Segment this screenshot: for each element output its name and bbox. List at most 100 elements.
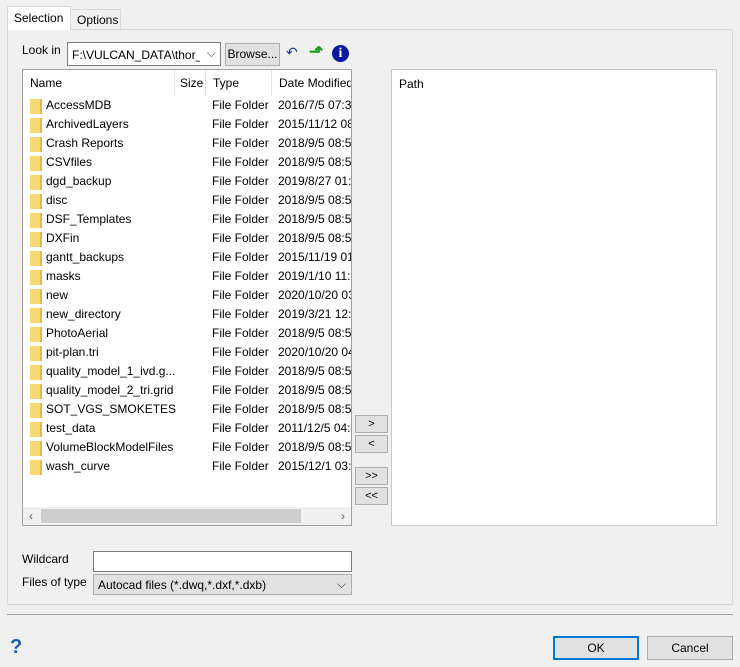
add-button[interactable]: > [355,415,388,433]
folder-icon [30,384,42,399]
file-type: File Folder [212,288,269,302]
files-of-type-label: Files of type [22,575,87,589]
file-date: 2018/9/5 08:53 [278,383,352,397]
file-row[interactable]: Crash Reports File Folder 2018/9/5 08:53 [23,134,351,153]
horizontal-scrollbar[interactable]: ‹ › [23,507,351,525]
file-date: 2020/10/20 04 [278,345,352,359]
file-name: SOT_VGS_SMOKETEST... [46,402,176,416]
chevron-down-icon: ⌵ [336,577,346,591]
folder-icon [30,232,42,247]
file-row[interactable]: quality_model_1_ivd.g... File Folder 201… [23,362,351,381]
file-row[interactable]: CSVfiles File Folder 2018/9/5 08:53 [23,153,351,172]
folder-icon [30,365,42,380]
file-row[interactable]: disc File Folder 2018/9/5 08:53 [23,191,351,210]
files-of-type-value: Autocad files (*.dwq,*.dxf,*.dxb) [98,578,267,592]
folder-icon [30,460,42,475]
column-header-name[interactable]: Name [23,70,175,96]
file-date: 2019/8/27 01:4 [278,174,352,188]
scrollbar-thumb[interactable] [41,509,301,523]
file-row[interactable]: masks File Folder 2019/1/10 11:1 [23,267,351,286]
file-name: PhotoAerial [46,326,109,340]
file-type: File Folder [212,231,269,245]
file-row[interactable]: new File Folder 2020/10/20 03 [23,286,351,305]
file-row[interactable]: SOT_VGS_SMOKETEST... File Folder 2018/9/… [23,400,351,419]
file-row[interactable]: quality_model_2_tri.grid File Folder 201… [23,381,351,400]
scroll-left-icon[interactable]: ‹ [29,509,33,523]
look-in-combo[interactable]: F:\VULCAN_DATA\thor_c ⌵ [67,42,221,66]
tab-selection[interactable]: Selection [7,6,71,30]
file-name: quality_model_1_ivd.g... [46,364,176,378]
file-row[interactable]: ArchivedLayers File Folder 2015/11/12 08 [23,115,351,134]
file-type: File Folder [212,155,269,169]
file-name: DSF_Templates [46,212,132,226]
file-type: File Folder [212,307,269,321]
file-date: 2015/11/19 01 [278,250,352,264]
wildcard-input[interactable] [93,551,352,572]
look-in-value: F:\VULCAN_DATA\thor_c [72,48,200,62]
file-date: 2018/9/5 08:53 [278,326,352,340]
file-row[interactable]: new_directory File Folder 2019/3/21 12:4 [23,305,351,324]
file-row[interactable]: DXFin File Folder 2018/9/5 08:53 [23,229,351,248]
undo-arrow-icon[interactable]: ↶ [286,44,298,61]
file-name: gantt_backups [46,250,125,264]
file-row[interactable]: VolumeBlockModelFiles File Folder 2018/9… [23,438,351,457]
browse-button[interactable]: Browse... [225,43,280,66]
file-name: disc [46,193,68,207]
file-type: File Folder [212,174,269,188]
remove-button[interactable]: < [355,435,388,453]
add-all-button[interactable]: >> [355,467,388,485]
file-date: 2016/7/5 07:39 [278,98,352,112]
scroll-right-icon[interactable]: › [341,509,345,523]
file-date: 2018/9/5 08:53 [278,155,352,169]
help-icon[interactable]: ? [10,636,22,659]
look-in-label: Look in [22,43,61,57]
file-row[interactable]: dgd_backup File Folder 2019/8/27 01:4 [23,172,351,191]
folder-icon [30,99,42,114]
file-date: 2019/1/10 11:1 [278,269,352,283]
file-row[interactable]: PhotoAerial File Folder 2018/9/5 08:53 [23,324,351,343]
file-type: File Folder [212,117,269,131]
column-header-date[interactable]: Date Modified [272,70,351,96]
folder-icon [30,137,42,152]
folder-icon [30,156,42,171]
file-date: 2018/9/5 08:53 [278,136,352,150]
file-row[interactable]: DSF_Templates File Folder 2018/9/5 08:53 [23,210,351,229]
folder-icon [30,289,42,304]
file-date: 2015/11/12 08 [278,117,352,131]
cancel-button[interactable]: Cancel [647,636,733,660]
file-name: Crash Reports [46,136,124,150]
folder-icon [30,441,42,456]
file-row[interactable]: pit-plan.tri File Folder 2020/10/20 04 [23,343,351,362]
tab-options[interactable]: Options [70,9,121,30]
column-header-size[interactable]: Size [175,70,206,96]
remove-all-button[interactable]: << [355,487,388,505]
path-header: Path [399,77,424,91]
green-up-arrow-icon[interactable]: ⬏ [309,42,323,62]
path-list[interactable]: Path [391,69,717,526]
separator [7,614,733,615]
file-row[interactable]: gantt_backups File Folder 2015/11/19 01 [23,248,351,267]
folder-icon [30,346,42,361]
info-icon[interactable]: i [332,45,349,62]
file-type: File Folder [212,459,269,473]
file-row[interactable]: test_data File Folder 2011/12/5 04:4 [23,419,351,438]
file-row[interactable]: AccessMDB File Folder 2016/7/5 07:39 [23,96,351,115]
ok-button[interactable]: OK [553,636,639,660]
file-row[interactable]: wash_curve File Folder 2015/12/1 03:1 [23,457,351,476]
file-type: File Folder [212,345,269,359]
files-of-type-select[interactable]: Autocad files (*.dwq,*.dxf,*.dxb) ⌵ [93,574,352,595]
file-type: File Folder [212,212,269,226]
file-type: File Folder [212,98,269,112]
file-type: File Folder [212,326,269,340]
file-name: test_data [46,421,96,435]
column-header-type[interactable]: Type [206,70,272,96]
file-date: 2020/10/20 03 [278,288,352,302]
file-type: File Folder [212,402,269,416]
file-name: wash_curve [46,459,111,473]
folder-icon [30,175,42,190]
file-date: 2018/9/5 08:53 [278,402,352,416]
wildcard-label: Wildcard [22,552,69,566]
file-list[interactable]: Name Size Type Date Modified AccessMDB F… [22,69,352,526]
file-name: masks [46,269,81,283]
file-name: AccessMDB [46,98,112,112]
